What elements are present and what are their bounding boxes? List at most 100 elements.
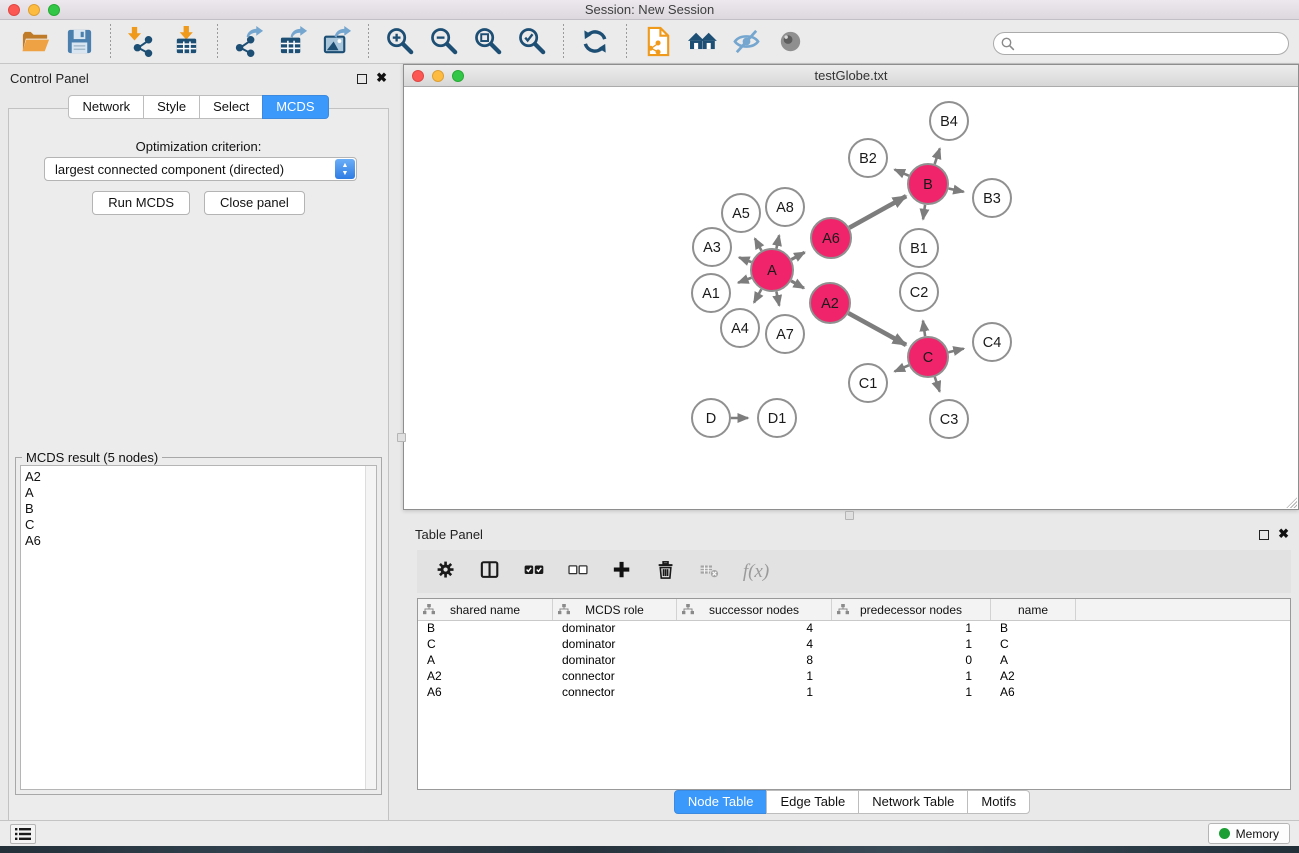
- cell-shared-name[interactable]: A: [418, 653, 553, 669]
- select-all-icon[interactable]: [521, 557, 551, 587]
- network-close-icon[interactable]: [412, 70, 424, 82]
- cell-shared-name[interactable]: A6: [418, 685, 553, 701]
- table-row[interactable]: A6connector11A6: [418, 685, 1290, 701]
- edge-A2-C[interactable]: [848, 313, 906, 345]
- cell-successor-nodes[interactable]: 8: [677, 653, 832, 669]
- show-all-icon[interactable]: [771, 24, 809, 60]
- cell-MCDS-role[interactable]: connector: [553, 685, 677, 701]
- node-B1[interactable]: B1: [900, 229, 938, 267]
- edge-A-A4[interactable]: [754, 289, 761, 302]
- cell-MCDS-role[interactable]: dominator: [553, 637, 677, 653]
- edge-B-B4[interactable]: [935, 149, 940, 165]
- node-A8[interactable]: A8: [766, 188, 804, 226]
- edge-B-B2[interactable]: [895, 170, 909, 176]
- node-A5[interactable]: A5: [722, 194, 760, 232]
- result-list-item[interactable]: C: [25, 517, 376, 533]
- result-list-item[interactable]: A2: [25, 469, 376, 485]
- column-header-name[interactable]: name: [991, 599, 1076, 620]
- cell-predecessor-nodes[interactable]: 0: [832, 653, 991, 669]
- edge-C-C1[interactable]: [895, 365, 909, 371]
- edge-A-A6[interactable]: [791, 252, 804, 259]
- optimization-criterion-select[interactable]: largest connected component (directed) ▲…: [44, 157, 357, 181]
- result-list-item[interactable]: A: [25, 485, 376, 501]
- cell-predecessor-nodes[interactable]: 1: [832, 621, 991, 637]
- cell-shared-name[interactable]: A2: [418, 669, 553, 685]
- node-B3[interactable]: B3: [973, 179, 1011, 217]
- first-neighbors-icon[interactable]: [683, 24, 721, 60]
- search-input[interactable]: [1016, 35, 1288, 53]
- node-C3[interactable]: C3: [930, 400, 968, 438]
- run-mcds-button[interactable]: Run MCDS: [92, 191, 190, 215]
- close-window-icon[interactable]: [8, 4, 20, 16]
- traffic-lights[interactable]: [8, 4, 60, 16]
- cell-name[interactable]: A: [991, 653, 1076, 669]
- table-row[interactable]: A2connector11A2: [418, 669, 1290, 685]
- save-session-icon[interactable]: [60, 24, 98, 60]
- cell-name[interactable]: A6: [991, 685, 1076, 701]
- edge-A-A3[interactable]: [739, 257, 751, 262]
- cell-name[interactable]: C: [991, 637, 1076, 653]
- export-network-icon[interactable]: [230, 24, 268, 60]
- network-resize-grip[interactable]: [1284, 495, 1297, 508]
- edge-A-A7[interactable]: [776, 292, 779, 306]
- open-session-icon[interactable]: [16, 24, 54, 60]
- hide-selected-icon[interactable]: [727, 24, 765, 60]
- cell-predecessor-nodes[interactable]: 1: [832, 637, 991, 653]
- deselect-all-icon[interactable]: [565, 557, 595, 587]
- table-row[interactable]: Bdominator41B: [418, 621, 1290, 637]
- float-table-panel-icon[interactable]: [1259, 530, 1269, 540]
- cell-shared-name[interactable]: B: [418, 621, 553, 637]
- cell-successor-nodes[interactable]: 4: [677, 621, 832, 637]
- refresh-icon[interactable]: [576, 24, 614, 60]
- tab-network-table[interactable]: Network Table: [858, 790, 968, 814]
- edge-A-A8[interactable]: [776, 235, 779, 248]
- node-B[interactable]: B: [908, 164, 948, 204]
- edge-B-B1[interactable]: [923, 205, 925, 219]
- network-canvas[interactable]: AA6A2BCA5A8A3A1A4A7B2B4B3B1C2C4C1C3DD1: [404, 87, 1298, 509]
- edge-A6-B[interactable]: [849, 196, 906, 228]
- edge-A-A1[interactable]: [738, 278, 751, 283]
- cell-successor-nodes[interactable]: 1: [677, 685, 832, 701]
- close-panel-icon[interactable]: ✖: [376, 71, 387, 85]
- minimize-window-icon[interactable]: [28, 4, 40, 16]
- cell-shared-name[interactable]: C: [418, 637, 553, 653]
- close-panel-button[interactable]: Close panel: [204, 191, 305, 215]
- node-A1[interactable]: A1: [692, 274, 730, 312]
- node-table[interactable]: shared nameMCDS rolesuccessor nodesprede…: [417, 598, 1291, 790]
- edge-C-C4[interactable]: [948, 349, 963, 353]
- search-box[interactable]: [993, 32, 1289, 55]
- network-minimize-icon[interactable]: [432, 70, 444, 82]
- zoom-window-icon[interactable]: [48, 4, 60, 16]
- float-panel-icon[interactable]: [357, 74, 367, 84]
- task-history-button[interactable]: [10, 824, 36, 844]
- edge-C-C2[interactable]: [923, 321, 925, 336]
- node-A[interactable]: A: [751, 249, 793, 291]
- result-list-item[interactable]: B: [25, 501, 376, 517]
- zoom-out-icon[interactable]: [425, 24, 463, 60]
- table-row[interactable]: Cdominator41C: [418, 637, 1290, 653]
- edge-C-C3[interactable]: [935, 377, 940, 392]
- node-A4[interactable]: A4: [721, 309, 759, 347]
- cell-MCDS-role[interactable]: dominator: [553, 653, 677, 669]
- column-header-successor-nodes[interactable]: successor nodes: [677, 599, 832, 620]
- tab-select[interactable]: Select: [199, 95, 263, 119]
- node-C[interactable]: C: [908, 337, 948, 377]
- tab-network[interactable]: Network: [68, 95, 144, 119]
- column-header-predecessor-nodes[interactable]: predecessor nodes: [832, 599, 991, 620]
- cell-predecessor-nodes[interactable]: 1: [832, 669, 991, 685]
- cell-name[interactable]: A2: [991, 669, 1076, 685]
- zoom-selected-icon[interactable]: [513, 24, 551, 60]
- tab-style[interactable]: Style: [143, 95, 200, 119]
- node-A3[interactable]: A3: [693, 228, 731, 266]
- node-C2[interactable]: C2: [900, 273, 938, 311]
- mcds-result-list[interactable]: A2ABCA6: [20, 465, 377, 790]
- delete-column-icon[interactable]: [653, 557, 683, 587]
- cell-MCDS-role[interactable]: dominator: [553, 621, 677, 637]
- network-window-titlebar[interactable]: testGlobe.txt: [404, 65, 1298, 87]
- show-columns-icon[interactable]: [477, 557, 507, 587]
- edge-A-A5[interactable]: [755, 238, 762, 250]
- network-from-selection-icon[interactable]: [639, 24, 677, 60]
- tab-motifs[interactable]: Motifs: [967, 790, 1030, 814]
- node-D1[interactable]: D1: [758, 399, 796, 437]
- zoom-fit-icon[interactable]: [469, 24, 507, 60]
